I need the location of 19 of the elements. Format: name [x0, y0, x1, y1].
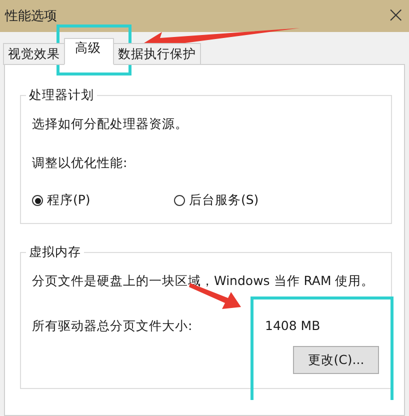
prompt-label: 调整以优化性能: [32, 155, 128, 172]
tab[interactable]: 视觉效果 [3, 43, 65, 65]
tab[interactable]: 高级 [64, 38, 114, 65]
radio-option[interactable]: 程序(P) [32, 192, 174, 209]
radio-label: 程序(P) [47, 192, 90, 209]
size-label: 所有驱动器总分页文件大小: [32, 318, 194, 335]
radio-icon[interactable] [32, 195, 43, 206]
size-value: 1408 MB [265, 318, 322, 335]
tab[interactable]: 数据执行保护 [113, 43, 201, 65]
description-text: 分页文件是硬盘上的一块区域，Windows 当作 RAM 使用。 [32, 273, 376, 290]
description-text: 选择如何分配处理器资源。 [32, 116, 189, 133]
radio-option[interactable]: 后台服务(S) [174, 192, 379, 209]
close-button[interactable]: × [386, 5, 405, 27]
radio-icon[interactable] [174, 195, 185, 206]
group-title: 虚拟内存 [28, 244, 82, 261]
group-title: 处理器计划 [28, 87, 95, 104]
window-title: 性能选项 [5, 8, 57, 25]
change-button[interactable]: 更改(C)... [293, 346, 379, 374]
radio-label: 后台服务(S) [189, 192, 259, 209]
